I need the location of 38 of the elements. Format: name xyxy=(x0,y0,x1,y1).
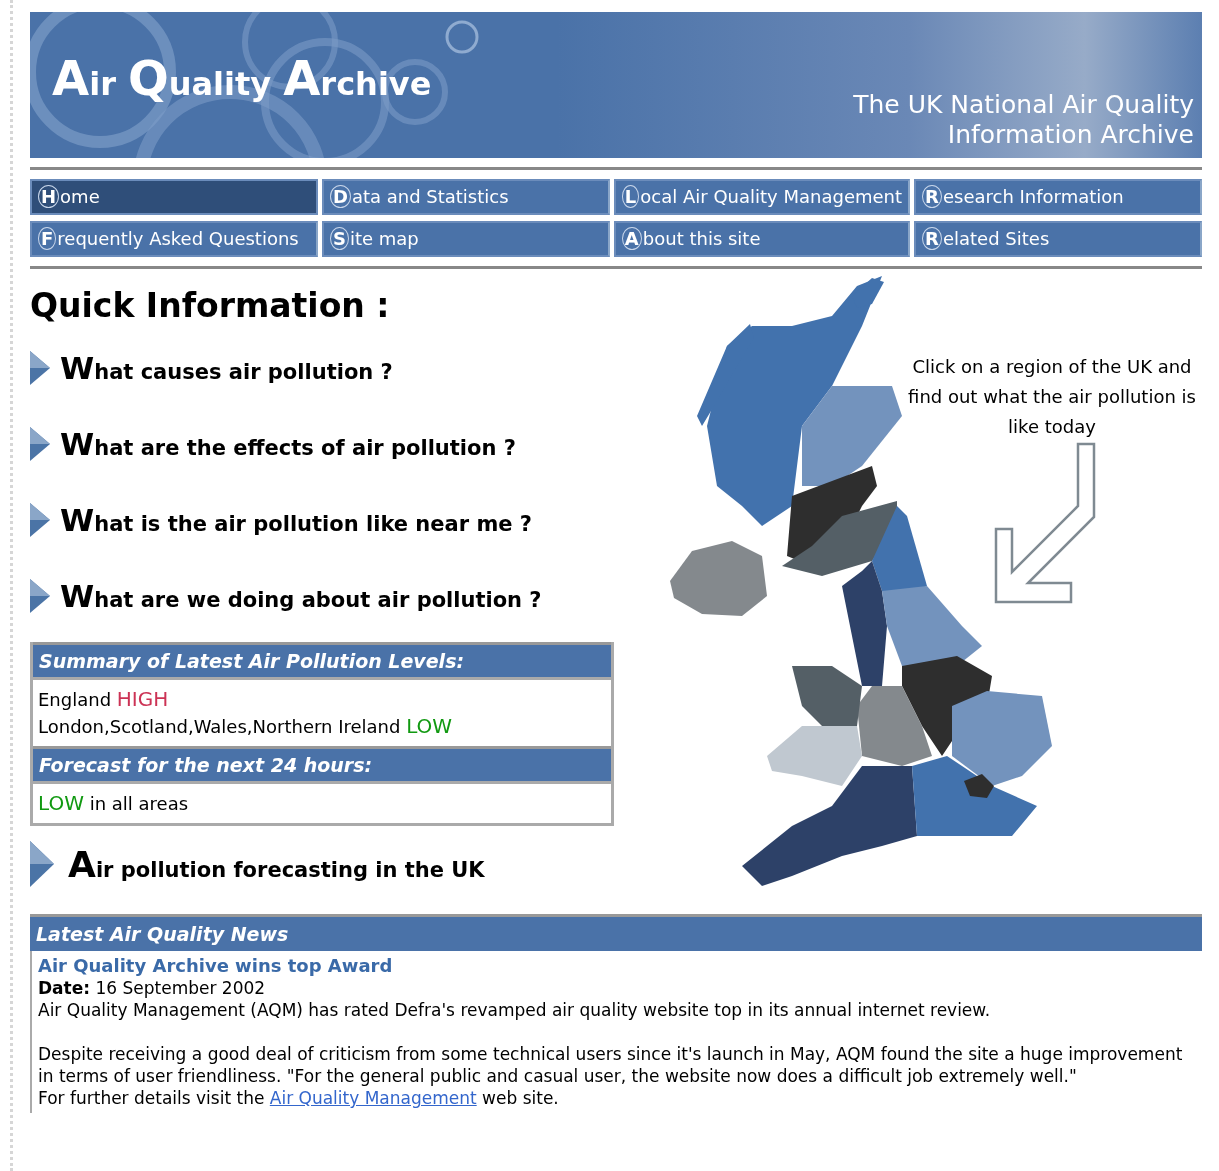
triangle-icon xyxy=(30,841,54,887)
news-headline-link[interactable]: Air Quality Archive wins top Award xyxy=(38,955,1196,977)
forecast-heading: Forecast for the next 24 hours: xyxy=(33,746,611,784)
forecast-text: in all areas xyxy=(89,793,189,814)
news-heading: Latest Air Quality News xyxy=(30,914,1202,951)
level-label: HIGH xyxy=(116,687,169,711)
triangle-icon xyxy=(30,503,50,537)
question-link[interactable]: What is the air pollution like near me ? xyxy=(60,502,532,538)
nav-tab[interactable]: Related Sites xyxy=(914,221,1202,257)
news-paragraph: Despite receiving a good deal of criticism from some technical users since it's launch in May, AQM found the site a huge improvement in terms of user friendliness. "For the general public and casual user, the website now does a difficult job extremely well." xyxy=(38,1043,1184,1087)
question-link[interactable]: What are the effects of air pollution ? xyxy=(60,426,516,462)
nav-tab[interactable]: Data and Statistics xyxy=(321,179,610,215)
site-logo[interactable]: Air Quality Archive xyxy=(52,50,432,106)
section-heading: Quick Information : xyxy=(30,286,391,326)
level-label: LOW xyxy=(406,714,453,738)
level-label: LOW xyxy=(38,791,84,815)
site-tagline: The UK National Air Quality Information Archive xyxy=(853,90,1194,150)
triangle-icon xyxy=(30,579,50,613)
question-link[interactable]: What causes air pollution ? xyxy=(60,350,393,386)
nav-tab[interactable]: About this site xyxy=(613,221,911,257)
triangle-icon xyxy=(30,427,50,461)
map-instructions: Click on a region of the UK and find out what the air pollution is like today xyxy=(907,355,1197,439)
triangle-icon xyxy=(30,351,50,385)
areas-label: England xyxy=(38,689,112,710)
nav-tab[interactable]: Local Air Quality Management xyxy=(613,179,911,215)
question-link[interactable]: What are we doing about air pollution ? xyxy=(60,578,542,614)
summary-heading: Summary of Latest Air Pollution Levels: xyxy=(33,642,611,680)
news-date: Date: 16 September 2002 xyxy=(38,977,267,999)
nav-tab[interactable]: Home xyxy=(30,179,318,215)
arrow-icon xyxy=(994,442,1098,604)
nav-tab[interactable]: Site map xyxy=(321,221,610,257)
nav-tab[interactable]: Research Information xyxy=(914,179,1202,215)
areas-label: London,Scotland,Wales,Northern Ireland xyxy=(38,716,401,737)
forecasting-link[interactable]: Air pollution forecasting in the UK xyxy=(68,843,485,885)
news-paragraph: Air Quality Management (AQM) has rated Defra's revamped air quality website top in its annual internet review. xyxy=(38,999,992,1021)
news-paragraph: For further details visit the Air Quality Management web site. xyxy=(38,1087,560,1109)
aqm-link[interactable]: Air Quality Management xyxy=(269,1088,477,1108)
nav-tab[interactable]: Frequently Asked Questions xyxy=(30,221,318,257)
